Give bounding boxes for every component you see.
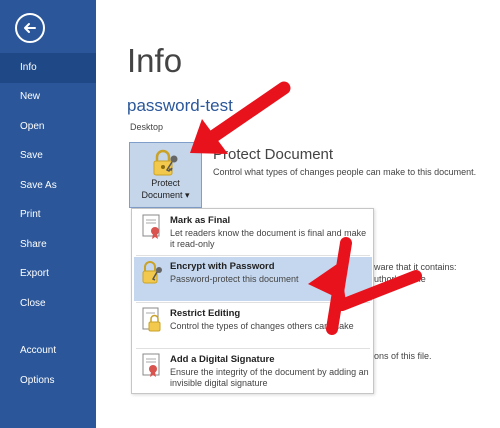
sidebar-item-export[interactable]: Export (0, 259, 96, 289)
inspect-text-fragment: ware that it contains: (374, 262, 457, 272)
menu-item-mark-as-final[interactable]: Mark as Final Let readers know the docum… (134, 211, 372, 255)
menu-item-encrypt-with-password[interactable]: Encrypt with Password Password-protect t… (134, 257, 372, 301)
protect-document-button[interactable]: Protect Document ▾ (129, 142, 202, 208)
menu-item-title: Mark as Final (170, 215, 231, 226)
sidebar-item-new[interactable]: New (0, 82, 96, 112)
menu-separator (136, 255, 370, 256)
menu-item-description: Ensure the integrity of the document by … (170, 367, 369, 388)
menu-item-title: Add a Digital Signature (170, 354, 275, 365)
sidebar-item-account[interactable]: Account (0, 336, 96, 366)
menu-item-description: Control the types of changes others can … (170, 321, 354, 331)
menu-separator (136, 348, 370, 349)
protect-document-menu: Mark as Final Let readers know the docum… (131, 208, 374, 394)
back-button[interactable] (15, 13, 45, 43)
protect-label-line2: Document ▾ (141, 190, 190, 200)
sidebar-item-info[interactable]: Info (0, 53, 96, 83)
protect-section-description: Control what types of changes people can… (213, 167, 477, 177)
menu-item-description: Password-protect this document (170, 274, 299, 284)
sidebar-item-open[interactable]: Open (0, 112, 96, 142)
backstage-sidebar: Info New Open Save Save As Print Share E… (0, 0, 96, 428)
signature-icon (142, 353, 160, 377)
back-arrow-icon (24, 23, 36, 33)
lock-key-icon (153, 149, 178, 176)
menu-item-restrict-editing[interactable]: Restrict Editing Control the types of ch… (134, 304, 372, 348)
sidebar-item-close[interactable]: Close (0, 289, 96, 319)
menu-item-description: Let readers know the document is final a… (170, 228, 367, 249)
sidebar-item-save[interactable]: Save (0, 141, 96, 171)
sidebar-item-save-as[interactable]: Save As (0, 171, 96, 201)
word-backstage-window: Info New Open Save Save As Print Share E… (0, 0, 500, 428)
document-name: password-test (127, 96, 233, 115)
sidebar-item-share[interactable]: Share (0, 230, 96, 260)
sidebar-item-options[interactable]: Options (0, 366, 96, 396)
author-text-fragment: uthor's name (374, 274, 426, 284)
protect-button-label: Protect Document ▾ (130, 177, 201, 201)
menu-item-title: Restrict Editing (170, 308, 241, 319)
document-location: Desktop (130, 122, 164, 132)
versions-text-fragment: ons of this file. (374, 351, 432, 361)
restrict-lock-icon (142, 307, 161, 332)
page-title: Info (127, 42, 183, 79)
menu-separator (136, 302, 370, 303)
lock-key-icon (142, 261, 162, 284)
menu-item-add-digital-signature[interactable]: Add a Digital Signature Ensure the integ… (134, 350, 372, 394)
menu-item-title: Encrypt with Password (170, 261, 275, 272)
protect-label-line1: Protect (151, 178, 180, 188)
sidebar-item-print[interactable]: Print (0, 200, 96, 230)
mark-final-icon (142, 214, 160, 239)
protect-section-title: Protect Document (213, 146, 334, 163)
